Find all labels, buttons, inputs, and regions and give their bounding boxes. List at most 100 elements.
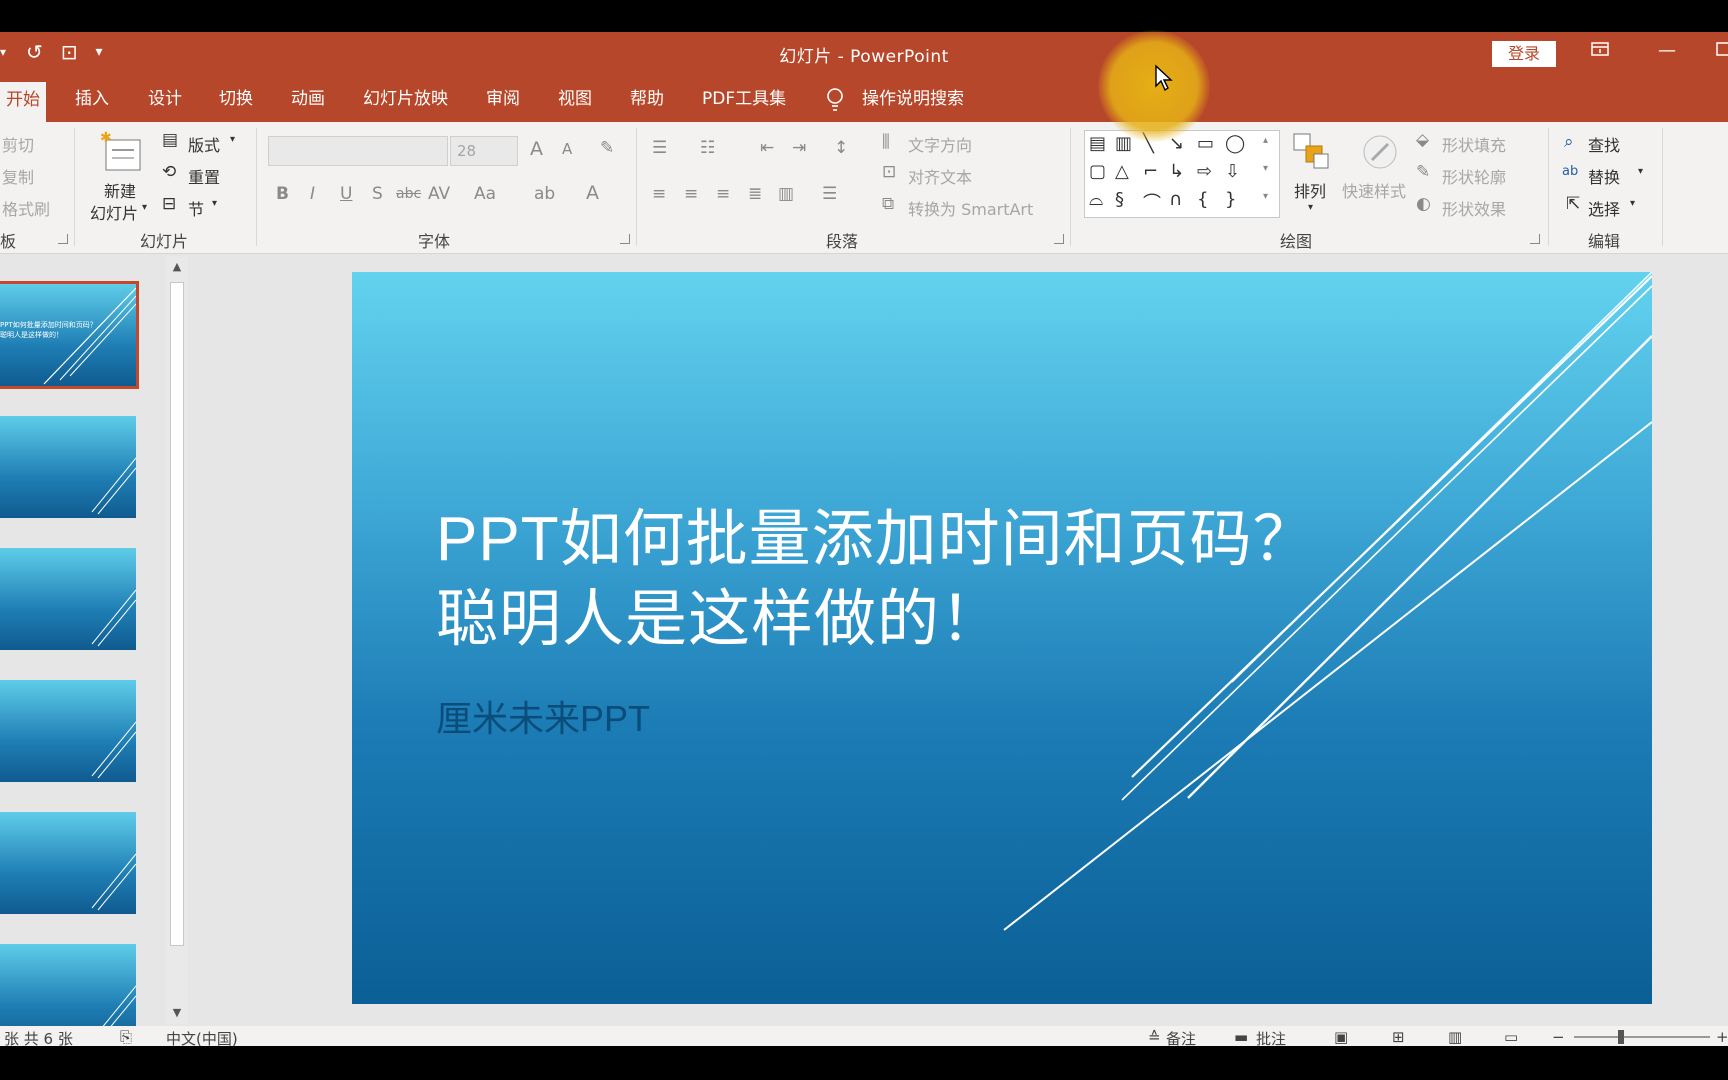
elbow-connector-icon[interactable]: ⌐ (1143, 161, 1158, 182)
maximize-button[interactable] (1716, 40, 1728, 63)
numbering-icon[interactable]: ☷ (700, 138, 715, 158)
increase-indent-icon[interactable]: ⇥ (792, 138, 806, 158)
tab-review[interactable]: 审阅 (486, 76, 520, 122)
tab-view[interactable]: 视图 (558, 76, 592, 122)
new-slide-icon[interactable]: ✱ (100, 130, 144, 174)
new-slide-label-2[interactable]: 幻灯片 (90, 200, 138, 224)
slide-thumbnail-3[interactable] (0, 548, 136, 650)
comments-button[interactable]: 批注 (1256, 1028, 1286, 1048)
format-painter-button[interactable]: 格式刷 (2, 196, 50, 220)
layout-button[interactable]: 版式 (188, 132, 220, 156)
reset-button[interactable]: 重置 (188, 164, 220, 188)
ribbon-display-icon[interactable] (1590, 40, 1610, 63)
rectangle-shape-icon[interactable]: ▭ (1197, 133, 1214, 154)
align-text-button[interactable]: 对齐文本 (908, 164, 972, 188)
shape-outline-button[interactable]: 形状轮廓 (1442, 164, 1506, 188)
shape-fill-button[interactable]: 形状填充 (1442, 132, 1506, 156)
replace-button[interactable]: 替换 (1588, 164, 1620, 188)
new-slide-dropdown-icon[interactable]: ▾ (142, 202, 147, 213)
replace-dropdown-icon[interactable]: ▾ (1638, 166, 1643, 177)
slide-thumbnail-5[interactable] (0, 812, 136, 914)
columns-icon[interactable]: ▥ (778, 184, 794, 204)
bullets-icon[interactable]: ☰ (652, 138, 667, 158)
shape-effects-button[interactable]: 形状效果 (1442, 196, 1506, 220)
arrange-dropdown-icon[interactable]: ▾ (1308, 202, 1313, 213)
right-arrow-shape-icon[interactable]: ⇨ (1197, 161, 1212, 182)
login-button[interactable]: 登录 (1492, 41, 1556, 67)
slide-title[interactable]: PPT如何批量添加时间和页码？ 聪明人是这样做的！ (436, 500, 1436, 660)
text-shadow-button[interactable]: S (372, 184, 383, 204)
align-left-icon[interactable]: ≡ (652, 184, 666, 204)
triangle-shape-icon[interactable]: △ (1115, 161, 1129, 182)
slide-canvas[interactable]: PPT如何批量添加时间和页码？ 聪明人是这样做的！ 厘米未来PPT (352, 272, 1652, 1004)
freeform-shape-icon[interactable]: ⌓ (1089, 189, 1103, 210)
select-dropdown-icon[interactable]: ▾ (1630, 198, 1635, 209)
tell-me-search[interactable]: 操作说明搜索 (862, 76, 964, 122)
tab-help[interactable]: 帮助 (630, 76, 664, 122)
minimize-button[interactable]: — (1658, 40, 1676, 61)
character-spacing-button[interactable]: AV (428, 184, 450, 204)
drawing-launcher-icon[interactable] (1530, 234, 1540, 244)
gallery-down-icon[interactable]: ▾ (1263, 163, 1268, 174)
font-launcher-icon[interactable] (620, 234, 630, 244)
slide-thumbnail-1[interactable]: PPT如何批量添加时间和页码？聪明人是这样做的！ (0, 281, 139, 389)
tab-animations[interactable]: 动画 (291, 76, 325, 122)
language-indicator[interactable]: 中文(中国) (166, 1028, 238, 1048)
scroll-down-icon[interactable]: ▼ (166, 1002, 188, 1024)
font-size-combo[interactable]: 28 (450, 136, 518, 166)
decrease-indent-icon[interactable]: ⇤ (760, 138, 774, 158)
paragraph-launcher-icon[interactable] (1054, 234, 1064, 244)
tab-transitions[interactable]: 切换 (219, 76, 253, 122)
slide-subtitle[interactable]: 厘米未来PPT (436, 690, 650, 742)
font-name-combo[interactable] (268, 136, 448, 166)
down-arrow-shape-icon[interactable]: ⇩ (1225, 161, 1240, 182)
zoom-slider-thumb[interactable] (1618, 1030, 1624, 1044)
arc-shape-icon[interactable]: ⌒ (1143, 189, 1161, 215)
tab-insert[interactable]: 插入 (75, 76, 109, 122)
select-button[interactable]: 选择 (1588, 196, 1620, 220)
arrange-button[interactable]: 排列 (1294, 178, 1326, 202)
quick-styles-button[interactable]: 快速样式 (1342, 178, 1406, 202)
convert-smartart-button[interactable]: 转换为 SmartArt (908, 196, 1033, 220)
highlight-icon[interactable]: ab (534, 184, 555, 204)
tab-pdf-tools[interactable]: PDF工具集 (702, 76, 786, 122)
gallery-more-icon[interactable]: ▾ (1263, 191, 1268, 202)
align-right-icon[interactable]: ≡ (716, 184, 730, 204)
reading-view-icon[interactable]: ▥ (1448, 1028, 1462, 1046)
oval-shape-icon[interactable]: ◯ (1225, 133, 1245, 154)
gallery-up-icon[interactable]: ▴ (1263, 135, 1268, 146)
grow-font-icon[interactable]: A (530, 138, 543, 160)
zoom-in-icon[interactable]: + (1716, 1028, 1728, 1046)
section-button[interactable]: 节 (188, 196, 204, 220)
elbow-arrow-icon[interactable]: ↳ (1169, 161, 1184, 182)
line-spacing-icon[interactable]: ↕ (834, 138, 848, 158)
justify-icon[interactable]: ≣ (748, 184, 762, 204)
bold-button[interactable]: B (276, 184, 289, 204)
tab-design[interactable]: 设计 (148, 76, 182, 122)
strikethrough-button[interactable]: abc (396, 186, 421, 202)
slideshow-view-icon[interactable]: ▭ (1504, 1028, 1518, 1046)
zoom-slider[interactable] (1574, 1036, 1710, 1038)
underline-button[interactable]: U (340, 184, 352, 204)
clipboard-launcher-icon[interactable] (58, 234, 68, 244)
curve-shape-icon[interactable]: ∩ (1169, 189, 1182, 210)
cut-button[interactable]: 剪切 (2, 132, 34, 156)
textbox-shape-icon[interactable]: ▤ (1089, 133, 1106, 154)
font-color-button[interactable]: A (586, 182, 599, 204)
section-dropdown-icon[interactable]: ▾ (212, 198, 217, 209)
italic-button[interactable]: I (310, 184, 315, 204)
layout-dropdown-icon[interactable]: ▾ (230, 134, 235, 145)
slide-thumbnail-4[interactable] (0, 680, 136, 782)
normal-view-icon[interactable]: ▣ (1334, 1028, 1348, 1046)
notes-button[interactable]: 备注 (1166, 1028, 1196, 1048)
find-button[interactable]: 查找 (1588, 132, 1620, 156)
rounded-rect-shape-icon[interactable]: ▢ (1089, 161, 1106, 182)
new-slide-label-1[interactable]: 新建 (104, 178, 136, 202)
tab-slideshow[interactable]: 幻灯片放映 (363, 76, 448, 122)
right-brace-shape-icon[interactable]: } (1225, 189, 1236, 210)
change-case-button[interactable]: Aa (474, 184, 496, 204)
shapes-gallery[interactable]: ▤ ▥ ╲ ↘ ▭ ◯ ▢ △ ⌐ ↳ ⇨ ⇩ ⌓ § ⌒ ∩ { } ▴ ▾ … (1084, 130, 1280, 218)
spelling-icon[interactable]: ⎘ (120, 1028, 132, 1046)
slide-thumbnail-2[interactable] (0, 416, 136, 518)
thumbnails-scrollbar[interactable]: ▲ ▼ (166, 256, 188, 1024)
